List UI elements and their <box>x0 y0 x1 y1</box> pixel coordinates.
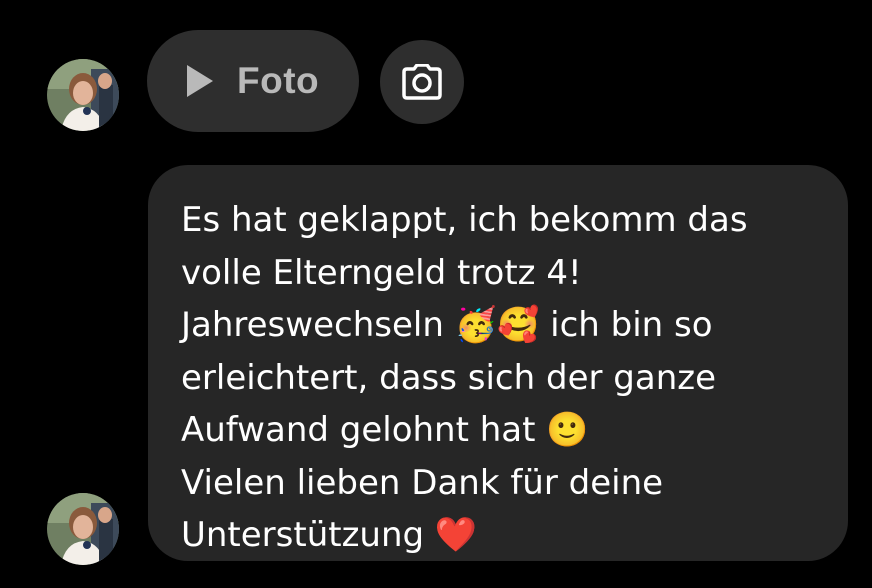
photo-attachment-button[interactable]: Foto <box>147 30 359 132</box>
sender-avatar[interactable] <box>47 493 119 565</box>
camera-icon <box>402 64 442 100</box>
camera-button[interactable] <box>380 40 464 124</box>
message-bubble[interactable]: Es hat geklappt, ich bekomm das volle El… <box>148 165 848 561</box>
message-text: Es hat geklappt, ich bekomm das volle El… <box>181 200 748 555</box>
avatar-photo <box>47 493 119 565</box>
sender-avatar[interactable] <box>47 59 119 131</box>
avatar-photo <box>47 59 119 131</box>
photo-label: Foto <box>237 60 320 101</box>
play-icon <box>187 65 213 97</box>
